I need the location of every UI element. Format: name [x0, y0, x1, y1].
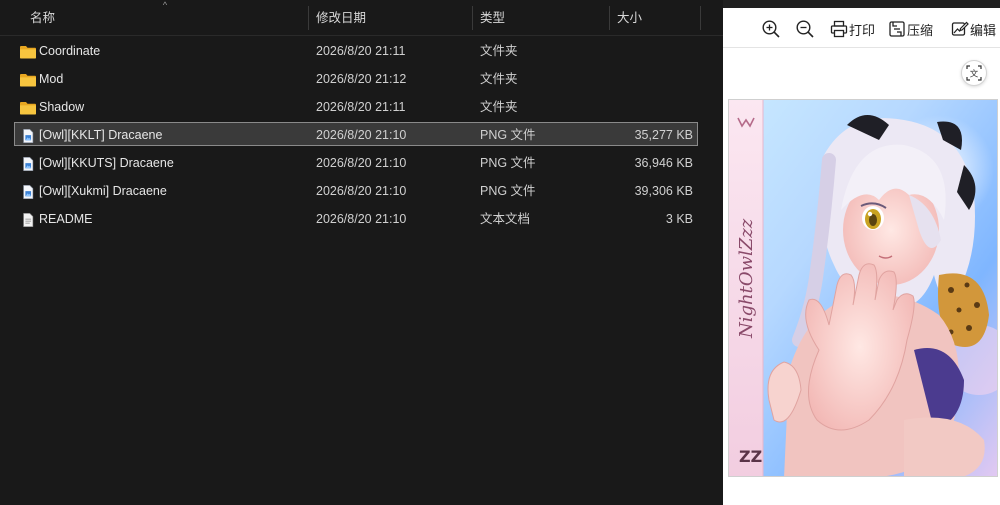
column-divider[interactable] [609, 6, 610, 30]
file-size: 3 KB [665, 212, 693, 226]
file-modified: 2026/8/20 21:10 [316, 212, 407, 226]
column-header-modified[interactable]: 修改日期 [310, 0, 470, 36]
file-type: PNG 文件 [480, 128, 536, 142]
image-preview[interactable]: NightOwlZzz ZZ [728, 99, 998, 477]
file-list-pane: ^ 名称 修改日期 类型 大小 Coordinate 2026/8/20 21:… [0, 0, 723, 505]
column-divider[interactable] [308, 6, 309, 30]
column-header-size[interactable]: 大小 [611, 0, 701, 36]
file-modified: 2026/8/20 21:11 [316, 100, 406, 114]
column-divider[interactable] [700, 6, 701, 30]
file-name: Coordinate [39, 44, 101, 58]
zoom-in-icon [762, 20, 780, 38]
edit-label: 编辑 [970, 22, 997, 38]
print-button[interactable]: 打印 [830, 18, 875, 40]
file-modified: 2026/8/20 21:11 [316, 44, 406, 58]
translate-button[interactable]: 文 [961, 60, 987, 86]
file-modified: 2026/8/20 21:10 [316, 156, 407, 170]
text-file-icon [20, 211, 36, 227]
file-type: 文本文档 [480, 212, 531, 226]
preview-top-band [723, 0, 1000, 8]
png-file-icon [20, 183, 36, 199]
file-row[interactable]: Mod 2026/8/20 21:12 文件夹 [14, 66, 698, 90]
print-label: 打印 [849, 22, 876, 38]
zoom-out-icon [796, 20, 814, 38]
png-file-icon [20, 127, 36, 143]
file-row[interactable]: Coordinate 2026/8/20 21:11 文件夹 [14, 38, 698, 62]
image-preview-artwork: NightOwlZzz ZZ [729, 100, 997, 476]
file-type: 文件夹 [480, 100, 518, 114]
file-row[interactable]: [Owl][KKUTS] Dracaene 2026/8/20 21:10 PN… [14, 150, 698, 174]
folder-icon [20, 99, 36, 115]
file-modified: 2026/8/20 21:12 [316, 72, 407, 86]
compress-button[interactable]: 压缩 [888, 18, 933, 40]
column-header-name[interactable]: 名称 [24, 0, 306, 36]
file-row[interactable]: [Owl][Xukmi] Dracaene 2026/8/20 21:10 PN… [14, 178, 698, 202]
file-type: 文件夹 [480, 44, 518, 58]
file-name: README [39, 212, 93, 226]
edit-image-icon [951, 21, 969, 36]
compress-icon [889, 21, 905, 37]
file-name: [Owl][KKLT] Dracaene [39, 128, 163, 142]
file-name: Mod [39, 72, 64, 86]
file-modified: 2026/8/20 21:10 [316, 184, 407, 198]
file-name: Shadow [39, 100, 85, 114]
column-divider[interactable] [472, 6, 473, 30]
preview-toolbar: 打印 压缩 编辑 [723, 8, 1000, 48]
column-header-bar: ^ 名称 修改日期 类型 大小 [0, 0, 723, 36]
file-size: 36,946 KB [634, 156, 693, 170]
svg-text:ZZ: ZZ [739, 447, 762, 466]
zoom-out-button[interactable] [795, 18, 815, 40]
preview-pane: 打印 压缩 编辑 文 NightOwlZzz ZZ [723, 0, 1000, 505]
file-size: 35,277 KB [634, 128, 693, 142]
file-type: 文件夹 [480, 72, 518, 86]
folder-icon [20, 71, 36, 87]
zoom-in-button[interactable] [761, 18, 781, 40]
file-row[interactable]: README 2026/8/20 21:10 文本文档 3 KB [14, 206, 698, 230]
file-name: [Owl][Xukmi] Dracaene [39, 184, 167, 198]
file-name: [Owl][KKUTS] Dracaene [39, 156, 174, 170]
file-type: PNG 文件 [480, 184, 536, 198]
printer-icon [830, 20, 848, 38]
svg-text:文: 文 [970, 69, 979, 80]
file-size: 39,306 KB [634, 184, 693, 198]
file-type: PNG 文件 [480, 156, 536, 170]
file-row-selected[interactable]: [Owl][KKLT] Dracaene 2026/8/20 21:10 PNG… [14, 122, 698, 146]
file-modified: 2026/8/20 21:10 [316, 128, 407, 142]
folder-icon [20, 43, 36, 59]
compress-label: 压缩 [907, 22, 934, 38]
column-header-type[interactable]: 类型 [474, 0, 608, 36]
translate-icon: 文 [966, 65, 982, 81]
edit-button[interactable]: 编辑 [951, 18, 996, 40]
file-row[interactable]: Shadow 2026/8/20 21:11 文件夹 [14, 94, 698, 118]
png-file-icon [20, 155, 36, 171]
watermark-text: NightOwlZzz [736, 218, 757, 339]
